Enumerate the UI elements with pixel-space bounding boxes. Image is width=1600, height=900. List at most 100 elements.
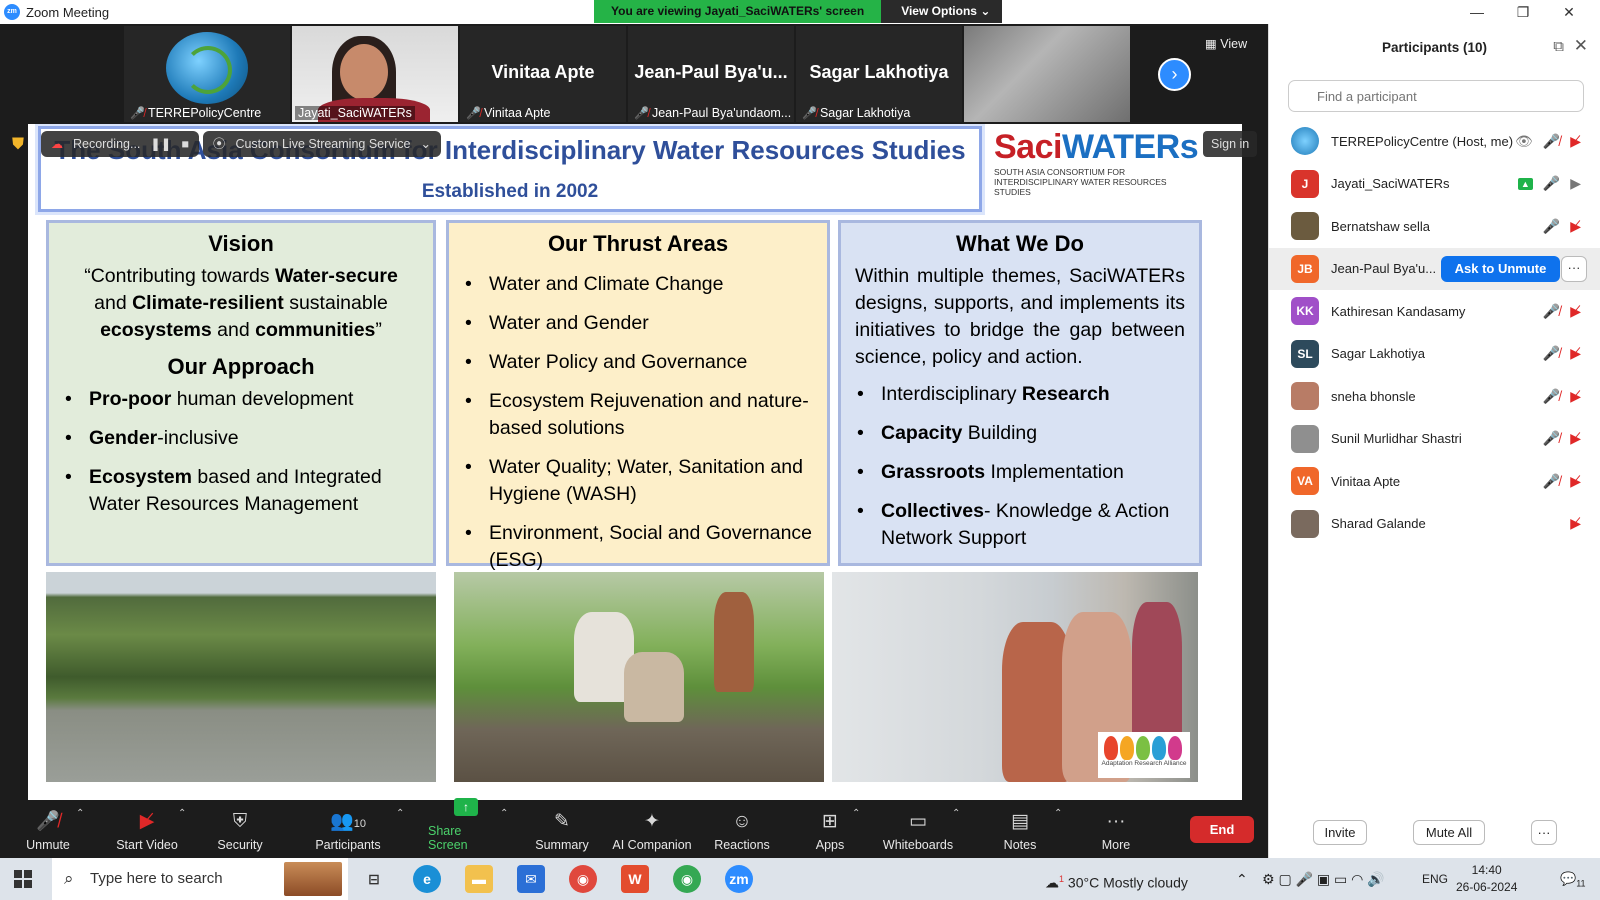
participant-row[interactable]: J Jayati_SaciWATERs ▲ 🎤 ▶ <box>1269 163 1600 206</box>
more-button[interactable]: ··· More <box>1096 802 1136 858</box>
chrome-profile-icon[interactable]: ◉ <box>673 865 701 893</box>
mic-icon[interactable]: 🎤 <box>1543 218 1560 235</box>
summary-button[interactable]: ✎ Summary <box>532 802 592 858</box>
participants-panel-title: Participants (10) <box>1381 40 1488 55</box>
thumbnail-jayati[interactable]: Jayati_SaciWATERs <box>292 26 458 122</box>
caret-up-icon[interactable]: ⌃ <box>852 808 860 819</box>
thumbnail-sagar[interactable]: Sagar Lakhotiya 🎤̸ Sagar Lakhotiya <box>796 26 962 122</box>
participant-row[interactable]: Sunil Murlidhar Shastri 🎤̸ ▶̸ <box>1269 418 1600 461</box>
mic-muted-icon[interactable]: 🎤̸ <box>1543 345 1560 362</box>
view-button[interactable]: ▦ View <box>1205 36 1247 51</box>
summary-icon: ✎ <box>554 811 570 832</box>
edge-icon[interactable]: e <box>413 865 441 893</box>
participant-row[interactable]: KK Kathiresan Kandasamy 🎤̸ ▶̸ <box>1269 290 1600 333</box>
video-off-icon[interactable]: ▶̸ <box>1570 133 1581 150</box>
weather-widget[interactable]: ☁1 30°C Mostly cloudy <box>1045 858 1188 900</box>
show-hidden-icons[interactable]: ⌃ <box>1236 858 1248 900</box>
close-panel-icon[interactable]: ✕ <box>1574 36 1588 56</box>
start-video-button[interactable]: ▶̸ Start Video <box>110 802 184 858</box>
caret-up-icon[interactable]: ⌃ <box>1054 808 1062 819</box>
participants-icon: 👥10 <box>330 811 366 832</box>
chevron-down-icon: ⌄ <box>420 137 431 151</box>
caret-up-icon[interactable]: ⌃ <box>396 808 404 819</box>
broadcast-icon: ⦿ <box>212 137 226 151</box>
language-indicator[interactable]: ENG <box>1422 858 1448 900</box>
caret-up-icon[interactable]: ⌃ <box>76 808 84 819</box>
unmute-button[interactable]: 🎤̸ Unmute <box>22 802 74 858</box>
minimize-button[interactable]: — <box>1454 0 1500 24</box>
share-screen-button[interactable]: ↑ Share Screen <box>428 798 504 858</box>
notes-button[interactable]: ▤ Notes <box>1000 802 1040 858</box>
participant-row[interactable]: Bernatshaw sella 🎤 ▶̸ <box>1269 205 1600 248</box>
participant-more-button[interactable]: ··· <box>1561 255 1587 282</box>
participant-row[interactable]: SL Sagar Lakhotiya 🎤̸ ▶̸ <box>1269 333 1600 376</box>
video-off-icon[interactable]: ▶̸ <box>1570 515 1581 532</box>
video-off-icon[interactable]: ▶̸ <box>1570 345 1581 362</box>
participants-button[interactable]: 👥10 Participants <box>310 802 386 858</box>
video-off-icon[interactable]: ▶̸ <box>1570 430 1581 447</box>
popout-icon[interactable]: ⧉ <box>1553 38 1564 55</box>
ai-companion-button[interactable]: ✦ AI Companion <box>610 802 694 858</box>
sign-in-button[interactable]: Sign in <box>1203 131 1258 157</box>
stop-icon[interactable]: ■ <box>181 131 189 157</box>
participant-row[interactable]: TERREPolicyCentre (Host, me) 👁 🎤̸ ▶̸ <box>1269 120 1600 163</box>
eye-icon: 👁 <box>1515 132 1533 149</box>
participant-search-input[interactable] <box>1288 80 1584 112</box>
chrome-icon[interactable]: ◉ <box>569 865 597 893</box>
restore-button[interactable]: ❐ <box>1500 0 1546 24</box>
thumbnail-terrepolicycentre[interactable]: 🎤̸ TERREPolicyCentre <box>124 26 290 122</box>
task-view-icon[interactable]: ⊟ <box>360 865 388 893</box>
shield-icon[interactable]: ⛊ <box>12 136 24 154</box>
mic-muted-icon[interactable]: 🎤̸ <box>1543 430 1560 447</box>
close-window-button[interactable]: ✕ <box>1546 0 1592 24</box>
mic-icon[interactable]: 🎤 <box>1543 175 1560 192</box>
zoom-taskbar-icon[interactable]: zm <box>725 865 753 893</box>
video-off-icon[interactable]: ▶̸ <box>1570 303 1581 320</box>
apps-button[interactable]: ⊞ Apps <box>810 802 850 858</box>
video-icon[interactable]: ▶ <box>1570 175 1581 192</box>
whiteboards-button[interactable]: ▭ Whiteboards <box>880 802 956 858</box>
panel-more-button[interactable]: ··· <box>1531 820 1557 845</box>
wps-office-icon[interactable]: W <box>621 865 649 893</box>
video-off-icon[interactable]: ▶̸ <box>1570 388 1581 405</box>
participant-row[interactable]: sneha bhonsle 🎤̸ ▶̸ <box>1269 375 1600 418</box>
caret-up-icon[interactable]: ⌃ <box>178 808 186 819</box>
mic-muted-icon[interactable]: 🎤̸ <box>1543 388 1560 405</box>
next-page-arrow-icon[interactable]: › <box>1158 58 1191 91</box>
participant-row[interactable]: JB Jean-Paul Bya'u... Ask to Unmute ··· <box>1269 247 1600 290</box>
pause-icon[interactable]: ❚❚ <box>150 131 171 157</box>
mail-icon[interactable]: ✉ <box>517 865 545 893</box>
thumbnail-label: 🎤̸ Vinitaa Apte <box>466 106 551 120</box>
thumbnail-blurred[interactable] <box>964 26 1130 122</box>
participant-row[interactable]: VA Vinitaa Apte 🎤̸ ▶̸ <box>1269 460 1600 503</box>
thumbnail-vinitaa[interactable]: Vinitaa Apte 🎤̸ Vinitaa Apte <box>460 26 626 122</box>
caret-up-icon[interactable]: ⌃ <box>952 808 960 819</box>
video-off-icon[interactable]: ▶̸ <box>1570 218 1581 235</box>
reactions-button[interactable]: ☺ Reactions <box>712 802 772 858</box>
mute-all-button[interactable]: Mute All <box>1413 820 1485 845</box>
avatar: J <box>1291 169 1319 198</box>
list-item: Pro-poor human development <box>63 386 419 413</box>
view-options-button[interactable]: View Options ⌄ <box>881 0 1003 23</box>
participant-row[interactable]: Sharad Galande ▶̸ <box>1269 503 1600 546</box>
mic-muted-icon[interactable]: 🎤̸ <box>1543 303 1560 320</box>
taskbar-search-box[interactable]: ⌕ Type here to search <box>52 858 348 900</box>
windows-start-icon[interactable] <box>14 870 32 888</box>
security-button[interactable]: ⛨ Security <box>210 802 270 858</box>
mic-muted-icon[interactable]: 🎤̸ <box>1543 133 1560 150</box>
file-explorer-icon[interactable]: ▬ <box>465 865 493 893</box>
end-meeting-button[interactable]: End <box>1190 816 1254 843</box>
live-streaming-status[interactable]: ⦿ Custom Live Streaming Service ⌄ <box>202 131 441 157</box>
window-title: Zoom Meeting <box>26 4 110 20</box>
video-off-icon[interactable]: ▶̸ <box>1570 473 1581 490</box>
mic-muted-icon[interactable]: 🎤̸ <box>1543 473 1560 490</box>
taskbar-clock[interactable]: 14:40 26-06-2024 <box>1456 862 1517 896</box>
ask-to-unmute-button[interactable]: Ask to Unmute <box>1441 255 1560 282</box>
thumbnail-jean-paul[interactable]: Jean-Paul Bya'u... 🎤̸ Jean-Paul Bya'undao… <box>628 26 794 122</box>
list-item: Water Quality; Water, Sanitation and Hyg… <box>463 454 813 508</box>
invite-button[interactable]: Invite <box>1313 820 1367 845</box>
recording-status[interactable]: ☁ Recording... ❚❚ ■ <box>41 131 199 157</box>
notification-center-icon[interactable]: 💬11 <box>1560 858 1586 900</box>
caret-up-icon[interactable]: ⌃ <box>500 808 508 819</box>
system-tray-icons[interactable]: ⚙ ▢ 🎤 ▣ ▭ ◠ 🔊 <box>1262 858 1385 900</box>
